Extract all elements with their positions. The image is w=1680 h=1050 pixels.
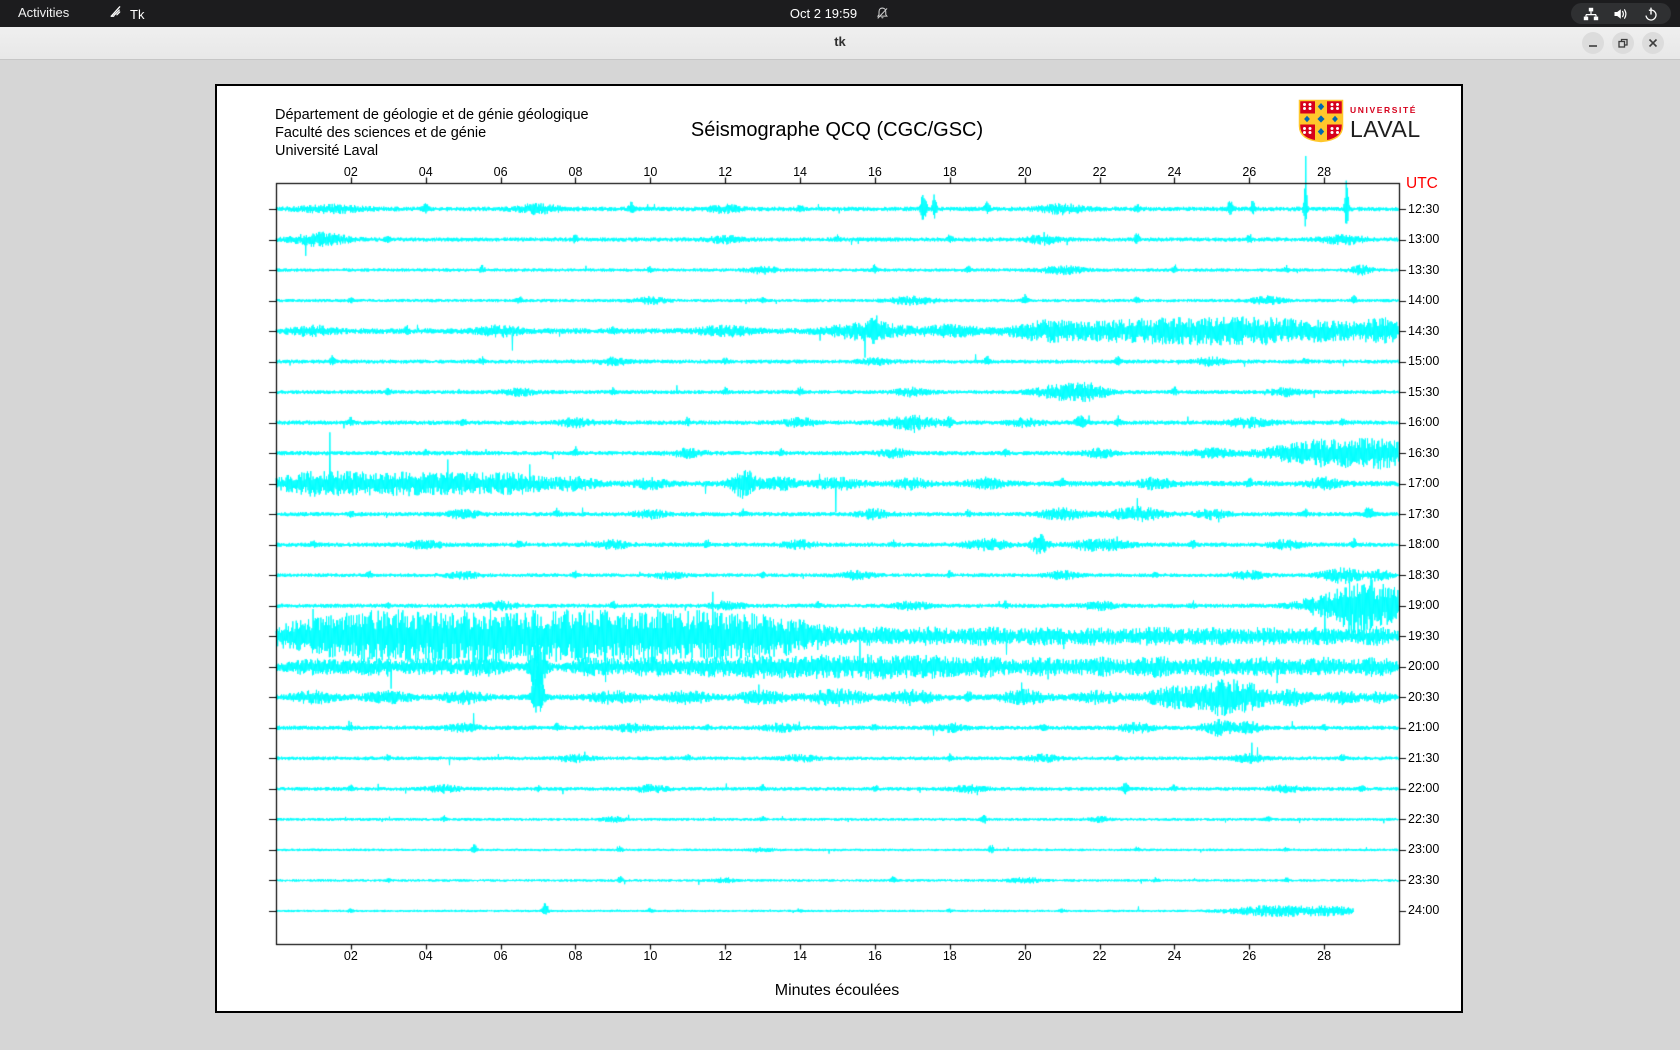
app-name-label: Tk [130, 7, 144, 22]
seismograph-panel: Département de géologie et de génie géol… [215, 84, 1463, 1013]
laval-logo: UNIVERSITÉ LAVAL [1298, 99, 1421, 148]
logo-universite-text: UNIVERSITÉ [1350, 105, 1421, 115]
x-axis-label: Minutes écoulées [775, 982, 900, 1000]
station-header: Département de géologie et de génie géol… [275, 106, 589, 160]
header-line-2: Faculté des sciences et de génie [275, 124, 589, 142]
plot-title: Séismographe QCQ (CGC/GSC) [691, 119, 983, 142]
tk-feather-icon [108, 4, 123, 24]
system-tray[interactable] [1571, 3, 1671, 24]
header-line-1: Département de géologie et de génie géol… [275, 106, 589, 124]
header-line-3: Université Laval [275, 142, 589, 160]
window-title-bar[interactable]: tk [0, 27, 1680, 60]
clock-label: Oct 2 19:59 [790, 6, 857, 21]
logo-laval-text: LAVAL [1350, 116, 1421, 143]
activities-button[interactable]: Activities [18, 5, 69, 20]
restore-button[interactable] [1612, 32, 1634, 54]
power-icon [1643, 6, 1659, 22]
clock-menu[interactable]: Oct 2 19:59 [790, 0, 890, 27]
gnome-top-bar: Activities Tk Oct 2 19:59 [0, 0, 1680, 27]
notifications-muted-icon [875, 6, 890, 21]
seismograph-traces-canvas [217, 86, 1461, 1011]
window-title: tk [834, 34, 846, 49]
minimize-button[interactable] [1582, 32, 1604, 54]
utc-axis-label: UTC [1406, 175, 1438, 193]
network-icon [1583, 6, 1599, 22]
volume-icon [1613, 6, 1629, 22]
laval-shield-icon [1298, 99, 1344, 148]
focused-app-menu[interactable]: Tk [108, 4, 144, 24]
screen: Activities Tk Oct 2 19:59 [0, 0, 1680, 1050]
close-button[interactable] [1642, 32, 1664, 54]
